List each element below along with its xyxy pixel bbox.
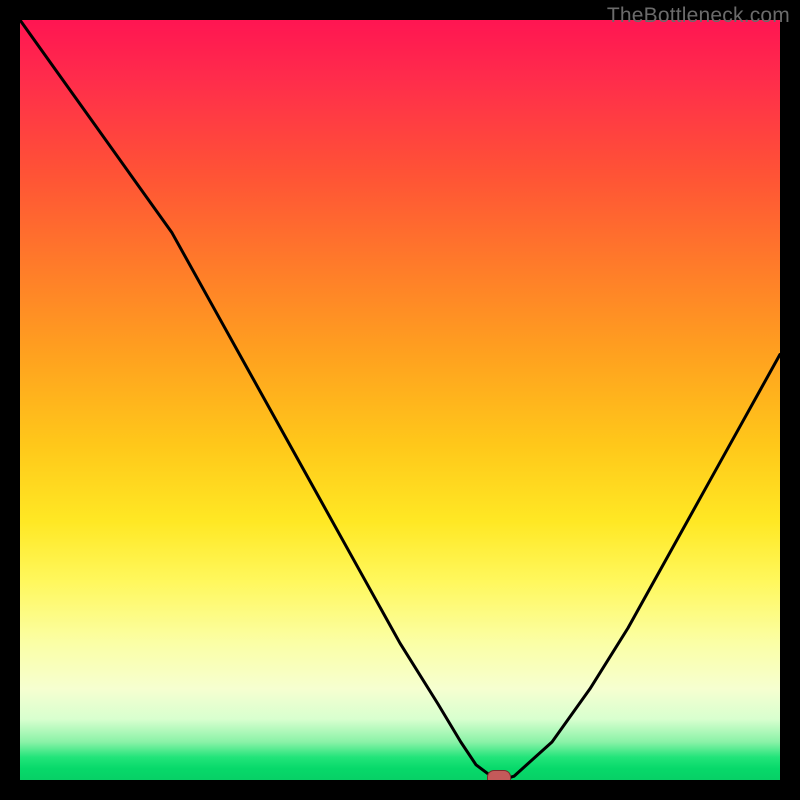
optimum-marker-icon — [487, 770, 511, 780]
bottleneck-curve — [20, 20, 780, 780]
plot-area — [20, 20, 780, 780]
chart-frame: TheBottleneck.com — [0, 0, 800, 800]
watermark-text: TheBottleneck.com — [607, 4, 790, 28]
